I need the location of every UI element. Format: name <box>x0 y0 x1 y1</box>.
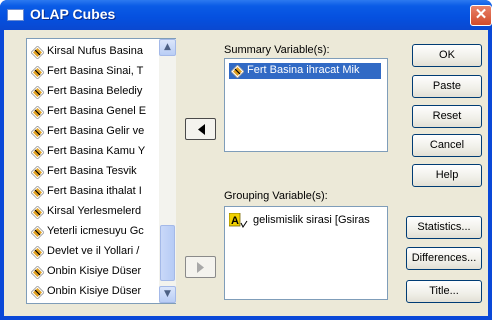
move-to-grouping-button[interactable] <box>185 256 216 278</box>
title-button[interactable]: Title... <box>406 280 482 303</box>
summary-label: Summary Variable(s): <box>224 44 330 56</box>
grouping-variable-list[interactable]: A gelismislik sirasi [Gsiras <box>224 206 388 300</box>
ruler-diamond-icon <box>31 226 44 239</box>
ruler-diamond-icon <box>31 246 44 259</box>
arrow-right-icon <box>197 262 204 273</box>
list-item[interactable]: Fert Basina Tesvik <box>31 163 155 181</box>
dialog-body: Kirsal Nufus Basina Fert Basina Sinai, T F… <box>4 30 488 316</box>
list-item[interactable]: Yeterli icmesuyu Gc <box>31 223 155 241</box>
ruler-diamond-icon <box>31 266 44 279</box>
list-item[interactable]: Devlet ve il Yollari / <box>31 243 155 261</box>
ruler-diamond-icon <box>31 126 44 139</box>
ruler-diamond-icon <box>31 186 44 199</box>
list-item[interactable]: Fert Basina Sinai, T <box>31 63 155 81</box>
nominal-variable-icon: A <box>229 213 248 228</box>
ruler-diamond-icon <box>31 66 44 79</box>
ruler-diamond-icon <box>31 166 44 179</box>
list-item[interactable]: Fert Basina ithalat I <box>31 183 155 201</box>
olap-cubes-dialog: OLAP Cubes ✕ Kirsal Nufus Basina Fert Bas… <box>0 0 492 320</box>
reset-button[interactable]: Reset <box>412 105 482 128</box>
list-item[interactable]: Kirsal Yerlesmelerd <box>31 203 155 221</box>
ruler-diamond-icon <box>31 206 44 219</box>
list-item[interactable]: Fert Basina Belediy <box>31 83 155 101</box>
paste-button[interactable]: Paste <box>412 75 482 98</box>
ruler-diamond-icon <box>31 286 44 299</box>
arrow-left-icon <box>198 124 205 135</box>
vertical-scrollbar[interactable]: ▲ ▼ <box>159 39 176 303</box>
list-item[interactable]: Fert Basina Genel E <box>31 103 155 121</box>
statistics-button[interactable]: Statistics... <box>406 216 482 239</box>
source-variable-list[interactable]: Kirsal Nufus Basina Fert Basina Sinai, T F… <box>26 38 176 304</box>
scroll-up-button[interactable]: ▲ <box>159 39 176 56</box>
ruler-diamond-icon <box>31 146 44 159</box>
ruler-diamond-icon <box>31 86 44 99</box>
cancel-button[interactable]: Cancel <box>412 134 482 157</box>
window-icon <box>7 9 24 21</box>
title-bar[interactable]: OLAP Cubes ✕ <box>0 0 492 30</box>
list-item[interactable]: Onbin Kisiye Düser <box>31 263 155 281</box>
ruler-diamond-icon <box>231 65 244 78</box>
scroll-thumb[interactable] <box>160 225 175 281</box>
ruler-diamond-icon <box>31 46 44 59</box>
differences-button[interactable]: Differences... <box>406 247 482 270</box>
grouping-label: Grouping Variable(s): <box>224 190 328 202</box>
list-item[interactable]: Fert Basina Kamu Y <box>31 143 155 161</box>
list-item[interactable]: Onbin Kisiye Düser <box>31 283 155 301</box>
close-button[interactable]: ✕ <box>470 5 492 26</box>
scroll-down-button[interactable]: ▼ <box>159 286 176 303</box>
ruler-diamond-icon <box>31 106 44 119</box>
summary-variable-list[interactable]: Fert Basina ihracat Mik <box>224 58 388 152</box>
help-button[interactable]: Help <box>412 164 482 187</box>
move-to-summary-button[interactable] <box>185 118 216 140</box>
list-item[interactable]: A gelismislik sirasi [Gsiras <box>229 213 385 229</box>
svg-text:A: A <box>231 215 239 227</box>
list-item[interactable]: Fert Basina Gelir ve <box>31 123 155 141</box>
list-item[interactable]: Kirsal Nufus Basina <box>31 43 155 61</box>
ok-button[interactable]: OK <box>412 44 482 67</box>
list-item[interactable]: Fert Basina ihracat Mik <box>229 63 381 79</box>
window-title: OLAP Cubes <box>30 6 116 22</box>
